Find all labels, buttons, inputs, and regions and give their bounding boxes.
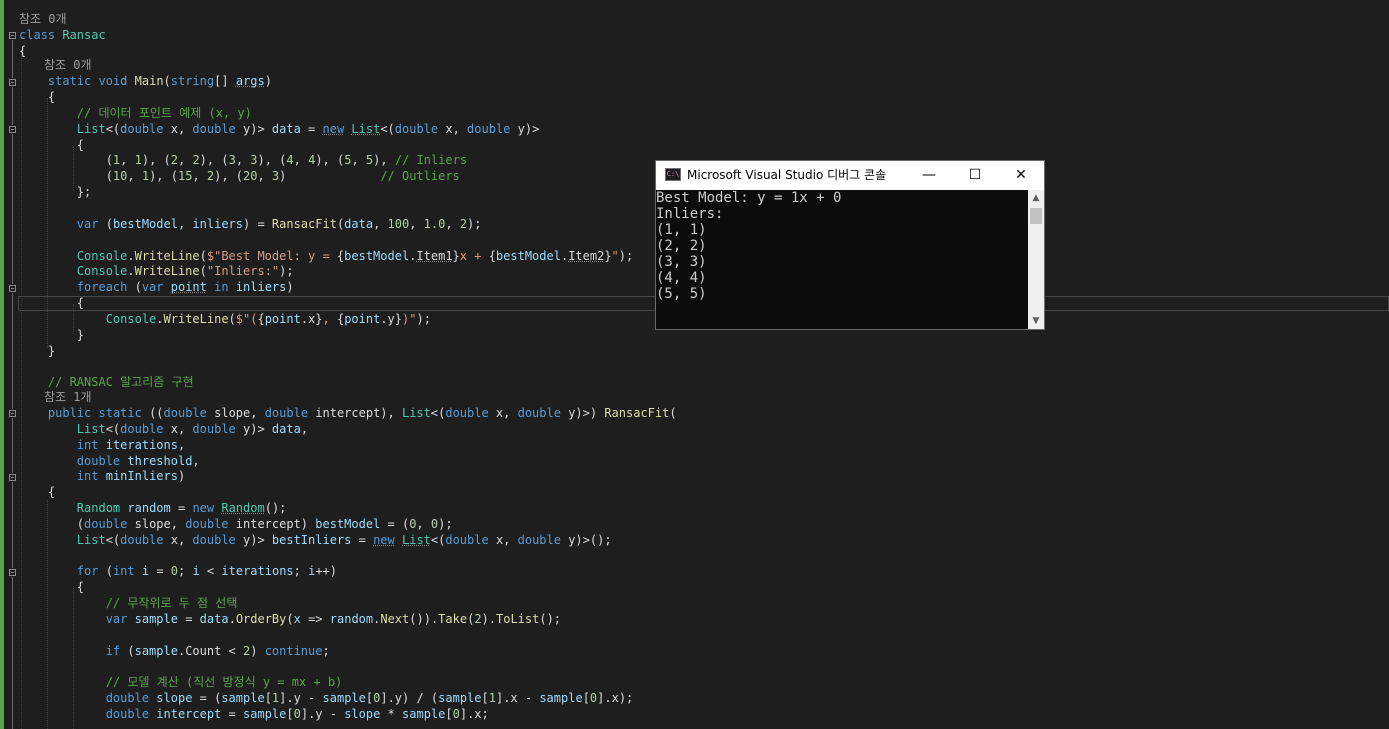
scroll-down-icon[interactable]: ▼ xyxy=(1028,313,1044,329)
code-line[interactable]: if (sample.Count < 2) continue; xyxy=(19,643,330,659)
code-line[interactable]: // 데이터 포인트 예제 (x, y) xyxy=(19,105,252,121)
maximize-button[interactable]: ☐ xyxy=(952,161,998,190)
fold-line xyxy=(12,134,13,284)
code-line[interactable]: static void Main(string[] args) xyxy=(19,73,272,89)
code-line[interactable]: Console.WriteLine($"Best Model: y = {bes… xyxy=(19,248,633,264)
code-line[interactable]: // 무작위로 두 점 선택 xyxy=(19,595,238,611)
scroll-thumb[interactable] xyxy=(1030,208,1042,224)
collapse-list-init-icon[interactable] xyxy=(9,126,16,133)
collapse-main-icon[interactable] xyxy=(9,79,16,86)
console-scrollbar[interactable]: ▲ ▼ xyxy=(1028,190,1044,329)
console-line: (2, 2) xyxy=(656,238,707,254)
code-line[interactable]: Console.WriteLine($"({point.x}, {point.y… xyxy=(19,311,431,327)
collapse-for-icon[interactable] xyxy=(9,569,16,576)
code-line[interactable]: // 모델 계산 (직선 방정식 y = mx + b) xyxy=(19,674,343,690)
code-line[interactable]: { xyxy=(19,89,55,105)
code-line[interactable]: Random random = new Random(); xyxy=(19,500,287,516)
code-line[interactable]: double slope = (sample[1].y - sample[0].… xyxy=(19,690,634,706)
console-line: (4, 4) xyxy=(656,270,707,286)
code-line[interactable]: List<(double x, double y)> data = new Li… xyxy=(19,121,540,137)
code-line[interactable]: public static ((double slope, double int… xyxy=(19,405,677,421)
code-line[interactable]: { xyxy=(19,43,26,59)
code-line[interactable]: { xyxy=(19,484,55,500)
fold-line xyxy=(12,482,13,568)
code-line[interactable]: double threshold, xyxy=(19,453,200,469)
code-line[interactable]: } xyxy=(19,327,84,343)
console-app-icon: C:\ xyxy=(665,168,681,181)
fold-line xyxy=(12,418,13,473)
code-line[interactable]: } xyxy=(19,343,55,359)
code-line[interactable]: class Ransac xyxy=(19,27,106,43)
collapse-foreach-icon[interactable] xyxy=(9,285,16,292)
fold-line xyxy=(12,293,13,409)
code-line[interactable]: }; xyxy=(19,184,91,200)
code-lens-references[interactable]: 참조 0개 xyxy=(44,57,92,73)
code-line[interactable]: { xyxy=(19,295,84,311)
minimize-button[interactable]: — xyxy=(906,161,952,190)
code-line[interactable]: int iterations, xyxy=(19,437,185,453)
console-line: (5, 5) xyxy=(656,286,707,302)
code-line[interactable]: Console.WriteLine("Inliers:"); xyxy=(19,263,294,279)
console-title: Microsoft Visual Studio 디버그 콘솔 xyxy=(687,168,887,182)
code-lens-references[interactable]: 참조 1개 xyxy=(44,389,92,405)
code-line[interactable]: { xyxy=(19,137,84,153)
code-editor[interactable]: 참조 0개 class Ransac { 참조 0개 static void M… xyxy=(0,0,1389,729)
console-line: (3, 3) xyxy=(656,254,707,270)
fold-line xyxy=(12,40,13,78)
fold-line xyxy=(12,87,13,125)
code-line[interactable]: (double slope, double intercept) bestMod… xyxy=(19,516,453,532)
console-line: Inliers: xyxy=(656,206,724,222)
debug-console-window[interactable]: C:\ Microsoft Visual Studio 디버그 콘솔 — ☐ ✕… xyxy=(655,160,1045,330)
code-line[interactable]: var (bestModel, inliers) = RansacFit(dat… xyxy=(19,216,482,232)
code-line[interactable]: for (int i = 0; i < iterations; i++) xyxy=(19,563,337,579)
console-titlebar[interactable]: C:\ Microsoft Visual Studio 디버그 콘솔 — ☐ ✕ xyxy=(656,161,1044,190)
code-line[interactable]: (1, 1), (2, 2), (3, 3), (4, 4), (5, 5), … xyxy=(19,152,467,168)
collapse-ransacfit-icon[interactable] xyxy=(9,410,16,417)
code-line[interactable]: (10, 1), (15, 2), (20, 3) // Outliers xyxy=(19,168,460,184)
scroll-up-icon[interactable]: ▲ xyxy=(1028,190,1044,206)
console-line: (1, 1) xyxy=(656,222,707,238)
code-line[interactable]: int minInliers) xyxy=(19,468,185,484)
code-line[interactable]: List<(double x, double y)> data, xyxy=(19,421,308,437)
collapse-class-icon[interactable] xyxy=(9,32,16,39)
code-line[interactable]: double intercept = sample[0].y - slope *… xyxy=(19,706,489,722)
change-indicator-bar xyxy=(0,0,4,729)
code-line[interactable]: // RANSAC 알고리즘 구현 xyxy=(19,374,194,390)
code-lens-references[interactable]: 참조 0개 xyxy=(19,11,67,27)
code-line[interactable]: foreach (var point in inliers) xyxy=(19,279,294,295)
code-line[interactable]: List<(double x, double y)> bestInliers =… xyxy=(19,532,612,548)
code-line[interactable]: var sample = data.OrderBy(x => random.Ne… xyxy=(19,611,561,627)
collapse-params-icon[interactable] xyxy=(9,474,16,481)
fold-line xyxy=(12,577,13,729)
console-line: Best Model: y = 1x + 0 xyxy=(656,190,842,206)
close-button[interactable]: ✕ xyxy=(998,161,1044,190)
code-line[interactable]: { xyxy=(19,579,84,595)
console-output[interactable]: Best Model: y = 1x + 0 Inliers: (1, 1) (… xyxy=(656,190,1028,329)
